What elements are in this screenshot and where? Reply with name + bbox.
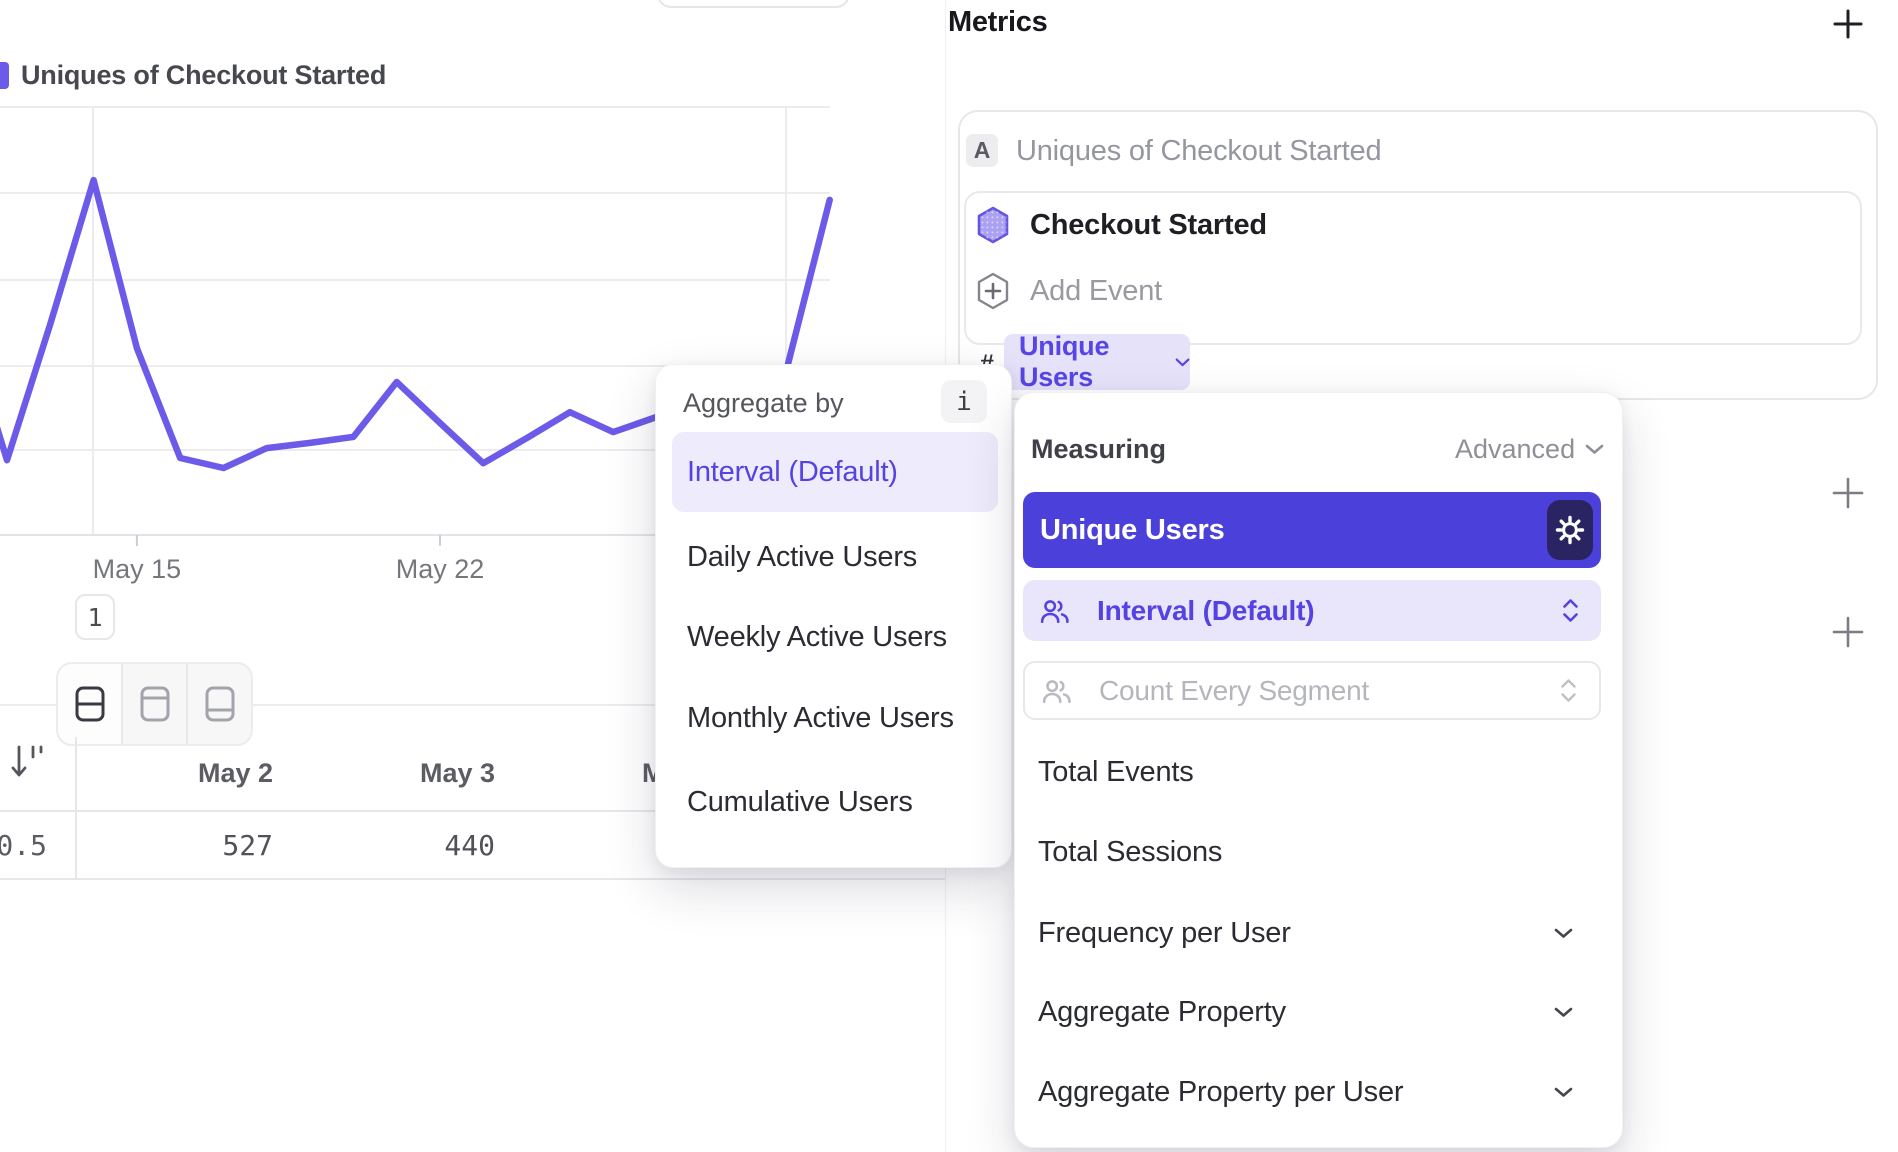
chevron-down-icon — [1585, 444, 1604, 455]
measuring-option-unique-users[interactable]: Unique Users — [1023, 492, 1601, 568]
measuring-option-total-events[interactable]: Total Events — [1038, 743, 1601, 801]
chevron-down-icon — [1554, 1007, 1573, 1018]
layout-bottom-bar-button[interactable] — [186, 664, 251, 744]
add-event-hexagon-icon — [976, 272, 1010, 310]
x-axis-tick-label: May 15 — [93, 554, 182, 584]
table-cell: 440 — [299, 812, 521, 878]
event-hexagon-icon — [976, 206, 1010, 244]
aggregate-option-daily-active-users[interactable]: Daily Active Users — [672, 527, 998, 587]
table-column-header[interactable]: May 2 — [77, 737, 299, 810]
chevron-up-down-icon — [1562, 599, 1579, 622]
pagination-page-button[interactable]: 1 — [75, 594, 115, 640]
users-icon — [1042, 678, 1072, 704]
measuring-sub-option-count-every-segment[interactable]: Count Every Segment — [1023, 661, 1601, 720]
option-label: Aggregate Property — [1038, 996, 1286, 1029]
split-horizontal-icon — [74, 685, 106, 723]
add-metric-button[interactable] — [1833, 9, 1863, 39]
option-label: Aggregate Property per User — [1038, 1076, 1403, 1109]
users-icon — [1040, 598, 1070, 624]
chevron-down-icon — [1175, 357, 1190, 368]
layout-split-horizontal-button[interactable] — [58, 664, 121, 744]
column-header-label: May 2 — [198, 758, 273, 789]
aggregate-option-interval-default[interactable]: Interval (Default) — [672, 432, 998, 512]
aggregate-option-monthly-active-users[interactable]: Monthly Active Users — [672, 688, 998, 748]
table-column-header[interactable]: May 3 — [299, 737, 521, 810]
metrics-section-title: Metrics — [948, 6, 1047, 39]
x-axis-tick-label: May 22 — [396, 554, 485, 584]
measuring-sub-option-interval[interactable]: Interval (Default) — [1023, 580, 1601, 641]
table-row-border — [0, 878, 946, 880]
sort-descending-icon[interactable] — [10, 744, 48, 787]
gear-icon[interactable] — [1547, 500, 1593, 560]
cell-value: 527 — [222, 829, 273, 862]
insights-report-screen: Uniques of Checkout Started May 15 May 22… — [0, 0, 1898, 1152]
measurement-chip[interactable]: Unique Users — [1004, 334, 1190, 390]
metric-letter-badge: A — [966, 134, 998, 167]
advanced-label: Advanced — [1455, 434, 1575, 465]
add-breakdown-button[interactable] — [1832, 616, 1864, 648]
chevron-up-down-icon — [1560, 679, 1577, 702]
aggregate-option-cumulative-users[interactable]: Cumulative Users — [672, 772, 998, 832]
add-event-button[interactable]: Add Event — [1030, 275, 1162, 308]
event-name[interactable]: Checkout Started — [1030, 209, 1267, 242]
advanced-toggle[interactable]: Advanced — [1455, 434, 1605, 465]
info-icon[interactable]: i — [941, 380, 987, 423]
chevron-down-icon — [1554, 928, 1573, 939]
sub-option-label: Count Every Segment — [1099, 675, 1369, 707]
measurement-chip-label: Unique Users — [1019, 331, 1163, 393]
split-bottom-icon — [204, 685, 236, 723]
split-top-icon — [139, 685, 171, 723]
sub-option-label: Interval (Default) — [1097, 595, 1314, 627]
cell-value: 440 — [444, 829, 495, 862]
measuring-option-aggregate-property-per-user[interactable]: Aggregate Property per User — [1038, 1063, 1601, 1121]
measuring-option-total-sessions[interactable]: Total Sessions — [1038, 823, 1601, 881]
option-label: Total Events — [1038, 756, 1194, 789]
option-label: Total Sessions — [1038, 836, 1222, 869]
option-label: Frequency per User — [1038, 917, 1291, 950]
chevron-down-icon — [1554, 1087, 1573, 1098]
add-filter-button[interactable] — [1832, 477, 1864, 509]
column-header-label: May 3 — [420, 758, 495, 789]
layout-top-bar-button[interactable] — [121, 664, 186, 744]
measuring-option-aggregate-property[interactable]: Aggregate Property — [1038, 983, 1601, 1041]
metric-card-title: Uniques of Checkout Started — [1016, 135, 1381, 168]
unique-users-label: Unique Users — [1040, 514, 1225, 547]
measuring-option-frequency-per-user[interactable]: Frequency per User — [1038, 904, 1601, 962]
aggregate-by-title: Aggregate by — [683, 388, 844, 419]
table-row-label: 0.5 — [0, 812, 47, 878]
aggregate-option-weekly-active-users[interactable]: Weekly Active Users — [672, 607, 998, 667]
layout-toggle-group — [56, 662, 253, 746]
measuring-title: Measuring — [1031, 434, 1166, 465]
table-cell: 527 — [77, 812, 299, 878]
